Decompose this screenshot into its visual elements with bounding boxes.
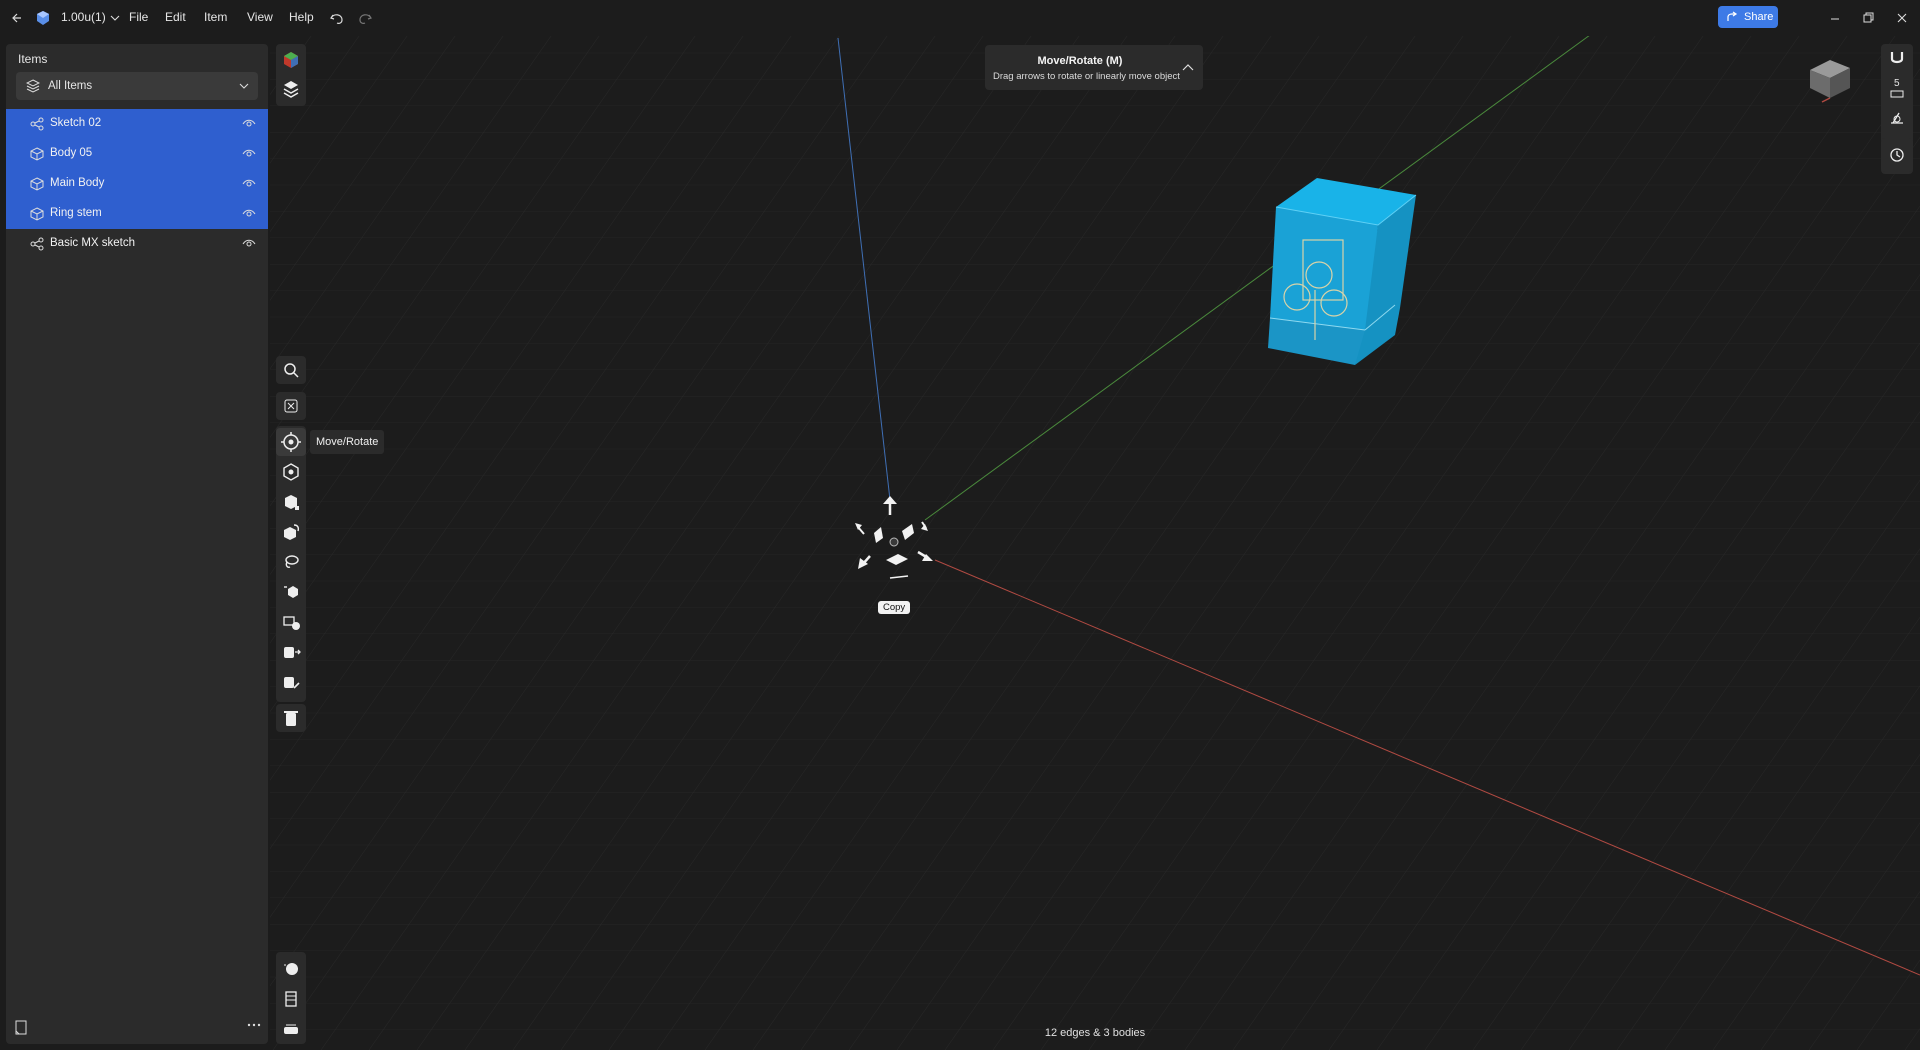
ground-plane-icon[interactable] (276, 1014, 306, 1042)
pattern-tool-icon[interactable] (276, 608, 306, 636)
new-page-icon[interactable] (14, 1020, 28, 1036)
version-selector[interactable]: 1.00u(1) (61, 10, 121, 24)
items-filter-label: All Items (48, 80, 93, 92)
move-rotate-tooltip: Move/Rotate (310, 430, 385, 454)
items-filter-dropdown[interactable]: All Items (16, 72, 258, 100)
menu-edit[interactable]: Edit (165, 10, 186, 24)
chevron-down-icon (238, 81, 250, 91)
back-icon[interactable] (9, 9, 27, 27)
layers-icon[interactable] (276, 75, 306, 103)
redo-icon[interactable] (356, 9, 374, 27)
export-body-icon[interactable] (276, 638, 306, 666)
list-item[interactable]: Main Body (6, 169, 268, 199)
restore-icon[interactable] (1859, 9, 1877, 27)
share-button[interactable]: Share (1718, 6, 1778, 28)
share-icon (1726, 11, 1738, 23)
visibility-eye-icon[interactable] (242, 179, 256, 189)
hint-text: Drag arrows to rotate or linearly move o… (993, 71, 1180, 82)
visibility-eye-icon[interactable] (242, 239, 256, 249)
visibility-eye-icon[interactable] (242, 149, 256, 159)
hint-title: Move/Rotate (M) (1037, 55, 1123, 67)
render-mode-icon[interactable] (276, 955, 306, 983)
lasso-tool-icon[interactable] (276, 548, 306, 576)
menu-item[interactable]: Item (204, 10, 227, 24)
item-label: Body 05 (50, 147, 93, 159)
app-logo-icon (34, 9, 52, 27)
menu-help[interactable]: Help (289, 10, 314, 24)
chevron-up-icon[interactable] (1181, 62, 1195, 72)
body-cube-icon (30, 177, 44, 191)
sketch-icon (30, 117, 44, 131)
list-item[interactable]: Ring stem (6, 199, 268, 229)
list-item[interactable]: Basic MX sketch (6, 229, 268, 259)
item-label: Basic MX sketch (50, 237, 135, 249)
minimize-icon[interactable] (1826, 9, 1844, 27)
history-clock-icon[interactable] (1889, 147, 1905, 163)
visibility-eye-icon[interactable] (242, 209, 256, 219)
visibility-eye-icon[interactable] (242, 119, 256, 129)
panel-title: Items (18, 52, 48, 66)
angle-snap-icon[interactable] (1889, 110, 1905, 126)
list-item[interactable]: Sketch 02 (6, 109, 268, 139)
version-label: 1.00u(1) (61, 10, 106, 24)
item-label: Sketch 02 (50, 117, 102, 129)
undo-icon[interactable] (328, 9, 346, 27)
move-rotate-tool-icon[interactable] (276, 428, 306, 456)
chevron-down-icon (109, 13, 121, 23)
scale-tool-icon[interactable] (276, 488, 306, 516)
copy-label[interactable]: Copy (878, 601, 911, 614)
body-cube-icon (30, 147, 44, 161)
share-label: Share (1744, 11, 1774, 23)
item-label: Main Body (50, 177, 105, 189)
edit-body-icon[interactable] (276, 668, 306, 696)
layers-icon (26, 79, 40, 93)
search-icon[interactable] (276, 356, 306, 384)
status-text: 12 edges & 3 bodies (1044, 1027, 1146, 1039)
magnet-snap-icon[interactable] (1889, 50, 1905, 68)
history-group (1881, 138, 1913, 172)
close-icon[interactable] (1893, 9, 1911, 27)
menu-file[interactable]: File (129, 10, 148, 24)
sketch-icon (30, 237, 44, 251)
align-tool-icon[interactable] (276, 458, 306, 486)
delete-icon[interactable] (276, 704, 306, 732)
ruler-icon[interactable] (1890, 90, 1904, 98)
snap-value[interactable]: 5 (1894, 78, 1900, 89)
duplicate-tool-icon[interactable] (276, 578, 306, 606)
list-item[interactable]: Body 05 (6, 139, 268, 169)
more-options-icon[interactable] (246, 1022, 262, 1028)
section-view-icon[interactable] (276, 985, 306, 1013)
mirror-tool-icon[interactable] (276, 518, 306, 546)
clear-selection-icon[interactable] (276, 392, 306, 420)
item-label: Ring stem (50, 207, 102, 219)
title-bar: 1.00u(1) File Edit Item View Help Share (0, 0, 1920, 36)
body-cube-icon (30, 207, 44, 221)
color-palette-icon[interactable] (276, 46, 306, 74)
tool-hint-panel: Move/Rotate (M) Drag arrows to rotate or… (985, 45, 1203, 90)
menu-view[interactable]: View (247, 10, 273, 24)
items-panel: Items All Items Sketch 02 Body 05 Main B… (6, 44, 268, 1044)
